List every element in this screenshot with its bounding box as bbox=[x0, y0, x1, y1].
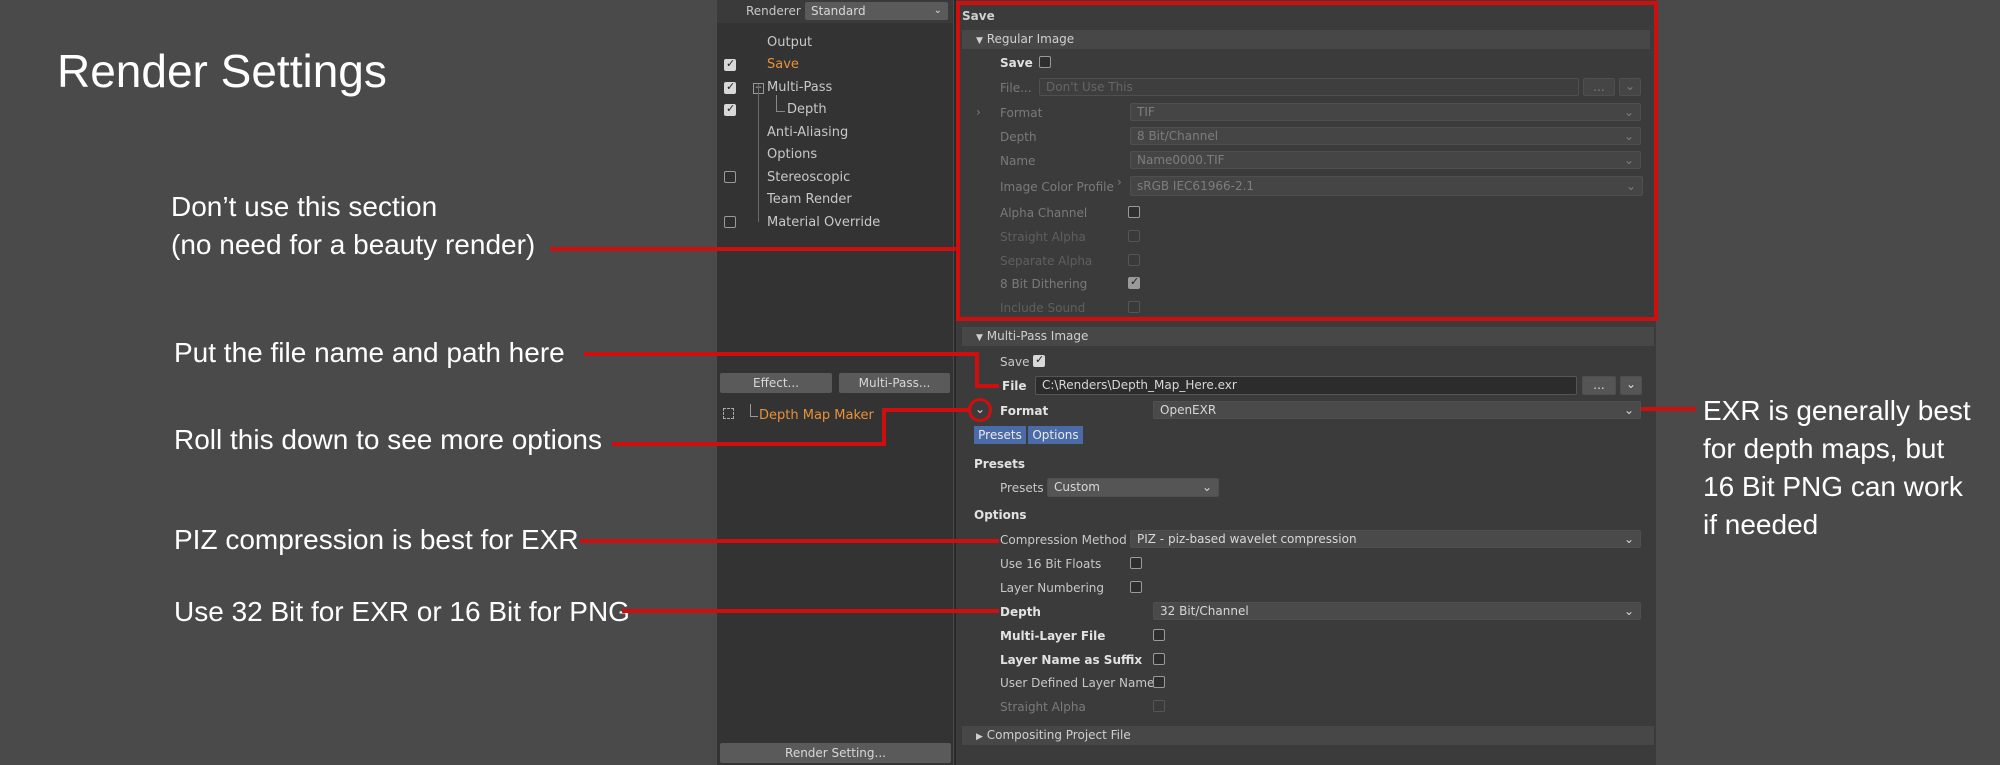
multipass-format-label: Format bbox=[1000, 404, 1049, 418]
stereoscopic-checkbox[interactable] bbox=[724, 171, 736, 183]
mp-straight-alpha-checkbox[interactable] bbox=[1153, 700, 1165, 712]
layer-suffix-checkbox[interactable] bbox=[1153, 653, 1165, 665]
tree-item-save[interactable]: Save bbox=[767, 57, 799, 72]
floats-label: Use 16 Bit Floats bbox=[1000, 557, 1102, 571]
multipass-depth-dropdown[interactable]: 32 Bit/Channel ⌄ bbox=[1153, 602, 1641, 620]
effect-button[interactable]: Effect... bbox=[720, 373, 832, 393]
multipass-file-input[interactable]: C:\Renders\Depth_Map_Here.exr bbox=[1035, 376, 1577, 395]
note-dont-use-line2: (no need for a beauty render) bbox=[171, 229, 536, 260]
note-dont-use: Don’t use this section (no need for a be… bbox=[171, 188, 535, 264]
tree-guide-line bbox=[758, 84, 759, 222]
tree-branch bbox=[776, 95, 785, 112]
multipass-button[interactable]: Multi-Pass... bbox=[839, 373, 950, 393]
multipass-checkbox[interactable] bbox=[724, 80, 736, 94]
multipass-format-value: OpenEXR bbox=[1160, 403, 1217, 417]
presets-label: Presets bbox=[1000, 481, 1044, 495]
note-bit-depth: Use 32 Bit for EXR or 16 Bit for PNG bbox=[174, 596, 630, 627]
multipass-image-title: Multi-Pass Image bbox=[986, 329, 1089, 343]
compression-label: Compression Method bbox=[1000, 533, 1127, 547]
leader-file-path-h1 bbox=[584, 352, 979, 356]
renderer-dropdown[interactable]: Standard ⌄ bbox=[805, 2, 948, 20]
leader-bit-depth bbox=[622, 609, 999, 613]
layer-numbering-checkbox[interactable] bbox=[1130, 581, 1142, 593]
multipass-file-browse-button[interactable]: ... bbox=[1582, 376, 1616, 395]
chevron-down-icon: ⌄ bbox=[1623, 532, 1634, 546]
triangle-right-icon: ▶ bbox=[976, 732, 983, 742]
options-heading: Options bbox=[974, 508, 1027, 522]
leader-file-path-v bbox=[975, 352, 979, 388]
tree-item-material-override[interactable]: Material Override bbox=[767, 215, 880, 230]
presets-value: Custom bbox=[1054, 480, 1100, 494]
note-exr-line2: for depth maps, but bbox=[1703, 433, 1945, 464]
user-layer-checkbox[interactable] bbox=[1153, 676, 1165, 688]
multipass-file-label: File bbox=[1002, 379, 1027, 393]
chevron-down-icon: ⌄ bbox=[1623, 403, 1634, 417]
tree-item-options[interactable]: Options bbox=[767, 147, 817, 162]
depth-checkbox[interactable] bbox=[724, 102, 736, 116]
chevron-down-icon: ⌄ bbox=[1201, 480, 1212, 494]
chevron-down-icon: ⌄ bbox=[1625, 377, 1637, 391]
multipass-save-label: Save bbox=[1000, 355, 1030, 369]
leader-piz bbox=[580, 539, 999, 543]
tree-item-stereoscopic[interactable]: Stereoscopic bbox=[767, 170, 850, 185]
multi-layer-checkbox[interactable] bbox=[1153, 629, 1165, 641]
compression-dropdown[interactable]: PIZ - piz-based wavelet compression ⌄ bbox=[1130, 530, 1641, 548]
note-dont-use-line1: Don’t use this section bbox=[171, 191, 438, 222]
note-exr-line4: if needed bbox=[1703, 509, 1819, 540]
note-roll-down: Roll this down to see more options bbox=[174, 424, 602, 455]
slide-title: Render Settings bbox=[57, 45, 387, 97]
multipass-image-section[interactable]: ▼ Multi-Pass Image bbox=[962, 327, 1654, 346]
compositing-title: Compositing Project File bbox=[986, 728, 1131, 742]
tab-options[interactable]: Options bbox=[1028, 426, 1083, 444]
tree-branch bbox=[750, 404, 758, 417]
note-exr-line3: 16 Bit PNG can work bbox=[1703, 471, 1963, 502]
renderer-value: Standard bbox=[811, 4, 866, 18]
presets-heading: Presets bbox=[974, 457, 1026, 471]
tree-item-team-render[interactable]: Team Render bbox=[767, 192, 852, 207]
tab-presets[interactable]: Presets bbox=[974, 426, 1026, 444]
note-exr: EXR is generally best for depth maps, bu… bbox=[1703, 392, 1971, 544]
triangle-down-icon: ▼ bbox=[976, 333, 983, 343]
tree-item-multipass[interactable]: Multi-Pass bbox=[767, 80, 832, 95]
note-piz: PIZ compression is best for EXR bbox=[174, 524, 579, 555]
multipass-format-dropdown[interactable]: OpenEXR ⌄ bbox=[1153, 401, 1641, 419]
compositing-section[interactable]: ▶ Compositing Project File bbox=[962, 726, 1654, 745]
note-exr-line1: EXR is generally best bbox=[1703, 395, 1971, 426]
render-setting-button[interactable]: Render Setting... bbox=[720, 743, 951, 763]
leader-roll-down-h1 bbox=[612, 442, 886, 446]
depth-map-maker-item[interactable]: Depth Map Maker bbox=[759, 408, 874, 423]
leader-exr bbox=[1641, 407, 1696, 411]
tree-item-depth[interactable]: Depth bbox=[787, 102, 827, 117]
multipass-depth-label: Depth bbox=[1000, 605, 1041, 619]
chevron-down-icon: ⌄ bbox=[1623, 604, 1634, 618]
expand-format-icon[interactable]: ⌄ bbox=[968, 398, 992, 422]
mp-straight-alpha-label: Straight Alpha bbox=[1000, 700, 1086, 714]
layer-suffix-label: Layer Name as Suffix bbox=[1000, 653, 1143, 667]
multipass-depth-value: 32 Bit/Channel bbox=[1160, 604, 1249, 618]
leader-roll-down-v bbox=[882, 408, 886, 446]
chevron-down-icon: ⌄ bbox=[933, 5, 942, 16]
compression-value: PIZ - piz-based wavelet compression bbox=[1137, 532, 1357, 546]
effect-icon bbox=[723, 408, 734, 419]
leader-dont-use bbox=[550, 247, 956, 251]
user-layer-label: User Defined Layer Name bbox=[1000, 676, 1155, 690]
note-file-path: Put the file name and path here bbox=[174, 337, 565, 368]
tree-item-output[interactable]: Output bbox=[767, 35, 812, 50]
leader-file-path-h2 bbox=[975, 384, 999, 388]
multipass-save-checkbox[interactable] bbox=[1033, 353, 1045, 367]
highlight-box bbox=[956, 1, 1658, 321]
material-override-checkbox[interactable] bbox=[724, 216, 736, 228]
save-checkbox[interactable] bbox=[724, 57, 736, 71]
multi-layer-label: Multi-Layer File bbox=[1000, 629, 1106, 643]
leader-roll-down-h2 bbox=[882, 408, 970, 412]
multipass-file-menu-button[interactable]: ⌄ bbox=[1620, 376, 1642, 395]
tree-item-antialiasing[interactable]: Anti-Aliasing bbox=[767, 125, 848, 140]
layer-numbering-label: Layer Numbering bbox=[1000, 581, 1105, 595]
presets-dropdown[interactable]: Custom ⌄ bbox=[1047, 478, 1219, 497]
renderer-label: Renderer bbox=[746, 4, 801, 18]
floats-checkbox[interactable] bbox=[1130, 557, 1142, 569]
